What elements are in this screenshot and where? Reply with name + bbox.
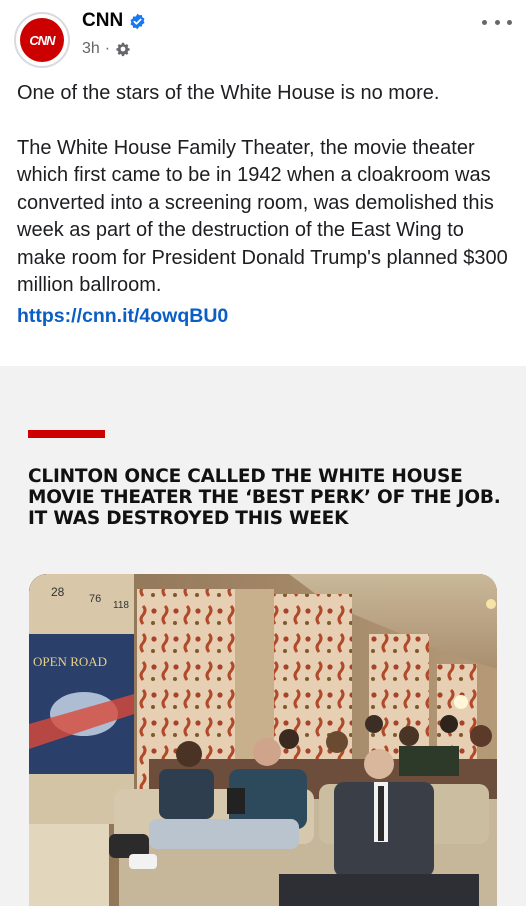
poster-number: 28 — [51, 585, 65, 599]
theater-photo[interactable]: 28 76 118 OPEN ROAD — [29, 574, 497, 906]
verified-badge-icon — [130, 13, 145, 29]
audience-settings-icon[interactable] — [115, 41, 131, 57]
page-name-row: CNN — [82, 10, 146, 32]
post-body: The White House Family Theater, the movi… — [17, 136, 508, 297]
cnn-logo: CNN — [20, 18, 64, 62]
link-preview-card[interactable]: CLINTON ONCE CALLED THE WHITE HOUSE MOVI… — [0, 366, 526, 906]
red-accent-bar — [28, 430, 105, 438]
card-headline[interactable]: CLINTON ONCE CALLED THE WHITE HOUSE MOVI… — [28, 466, 508, 529]
more-dot-icon — [507, 19, 512, 25]
poster-title: OPEN ROAD — [33, 654, 107, 669]
theater-photo-illustration: 28 76 118 OPEN ROAD — [29, 574, 497, 906]
post-timestamp[interactable]: 3h — [82, 40, 100, 58]
post-meta: 3h · — [82, 40, 131, 58]
more-dot-icon — [494, 19, 500, 25]
more-options-button[interactable] — [482, 12, 512, 32]
meta-separator: · — [104, 40, 111, 57]
avatar-text: CNN — [29, 32, 55, 48]
post-link[interactable]: https://cnn.it/4owqBU0 — [17, 303, 512, 331]
post-text: One of the stars of the White House is n… — [17, 80, 512, 330]
more-dot-icon — [482, 19, 487, 25]
post-header: CNN CNN 3h · — [0, 0, 526, 78]
post-intro: One of the stars of the White House is n… — [17, 82, 440, 104]
poster-number: 118 — [113, 600, 129, 611]
page-avatar[interactable]: CNN — [14, 12, 70, 68]
page-name[interactable]: CNN — [82, 10, 123, 32]
poster-number: 76 — [89, 593, 101, 605]
